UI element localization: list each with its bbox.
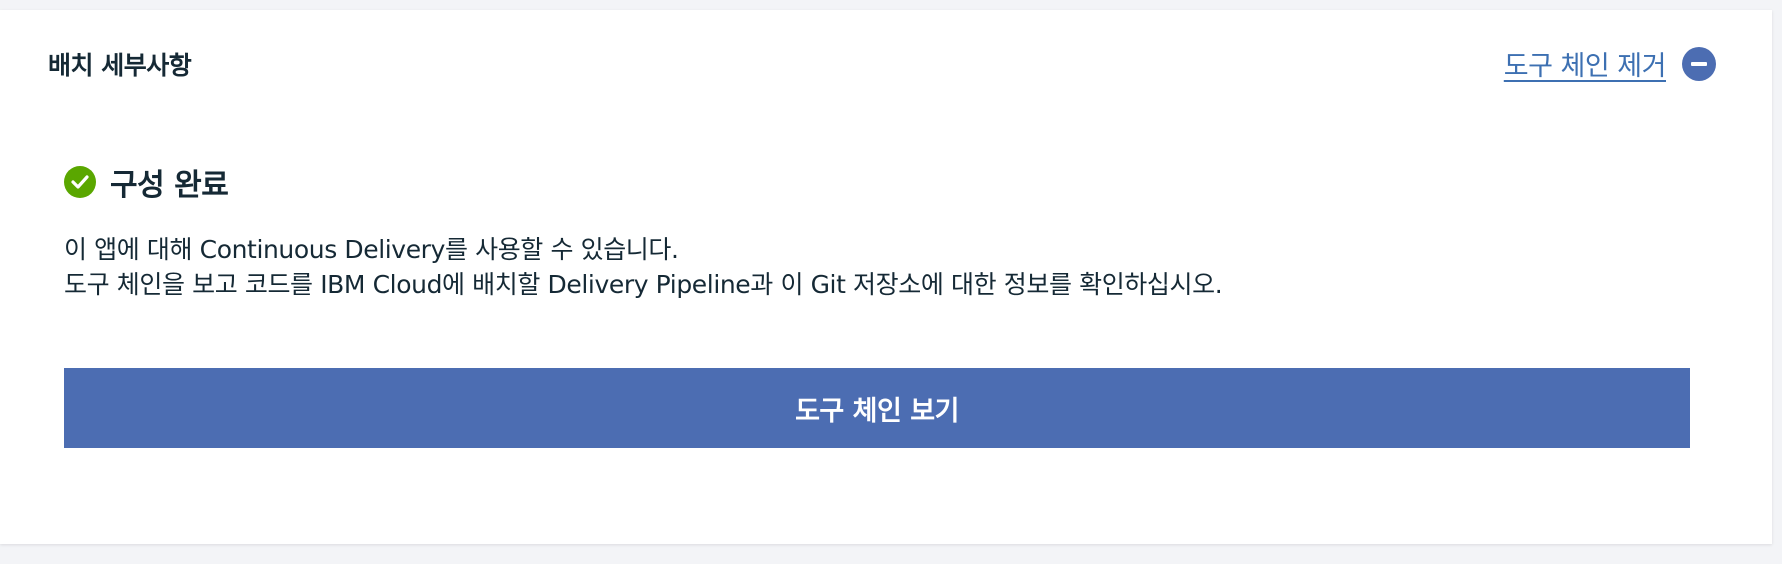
view-toolchain-button[interactable]: 도구 체인 보기 [64, 368, 1690, 448]
minus-circle-icon[interactable] [1682, 46, 1716, 81]
checkmark-circle-icon [64, 166, 96, 198]
status-title: 구성 완료 [110, 168, 229, 203]
configuration-status: 구성 완료 [64, 160, 229, 204]
card-header: 배치 세부사항 도구 체인 제거 [48, 10, 1716, 114]
deployment-details-card: 배치 세부사항 도구 체인 제거 구성 완료 이 앱에 대해 Continuou… [0, 10, 1772, 544]
remove-toolchain-link[interactable]: 도구 체인 제거 [1504, 44, 1667, 83]
description-line-2: 도구 체인을 보고 코드를 IBM Cloud에 배치할 Delivery Pi… [64, 270, 1223, 299]
status-description: 이 앱에 대해 Continuous Delivery를 사용할 수 있습니다.… [64, 232, 1704, 302]
card-title: 배치 세부사항 [48, 51, 192, 80]
remove-toolchain-action[interactable]: 도구 체인 제거 [1504, 44, 1716, 83]
description-line-1: 이 앱에 대해 Continuous Delivery를 사용할 수 있습니다. [64, 235, 679, 264]
